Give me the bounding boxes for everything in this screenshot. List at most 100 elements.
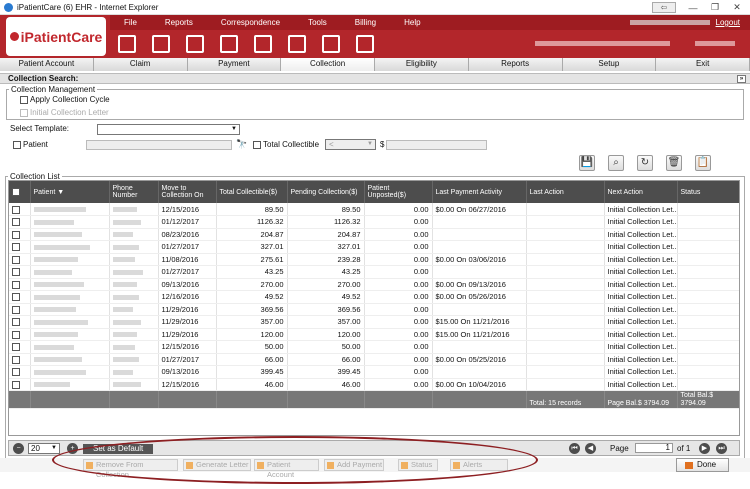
table-row[interactable]: 01/27/2017 43.25 43.25 0.00 Initial Collecti… — [9, 265, 739, 279]
clipboard-copy-icon[interactable]: 📋 — [695, 155, 711, 171]
back-icon[interactable]: ⇦ — [652, 2, 676, 13]
refresh-icon[interactable]: ↻ — [637, 155, 653, 171]
menu-tools[interactable]: Tools — [308, 18, 327, 27]
tab-setup[interactable]: Setup — [562, 58, 657, 71]
row-checkbox[interactable] — [12, 318, 20, 327]
row-checkbox[interactable] — [12, 355, 20, 364]
header-next-action[interactable]: Next Action — [604, 181, 678, 203]
operator-select[interactable]: < ▼ — [325, 139, 376, 150]
hamburger-menu-icon[interactable] — [695, 41, 735, 46]
table-row[interactable]: 12/15/2016 46.00 46.00 0.00 $0.00 On 10/04/2… — [9, 378, 739, 391]
tab-claim[interactable]: Claim — [93, 58, 188, 71]
done-button[interactable]: Done — [676, 458, 729, 472]
row-checkbox[interactable] — [12, 205, 20, 214]
chart-icon[interactable] — [356, 35, 374, 53]
tab-collection[interactable]: Collection — [281, 58, 375, 71]
row-checkbox[interactable] — [12, 305, 20, 314]
generate-letter-button[interactable]: Generate Letter — [183, 459, 251, 471]
header-status[interactable]: Status — [677, 181, 739, 203]
table-row[interactable]: 08/23/2016 204.87 204.87 0.00 Initial Collec… — [9, 228, 739, 241]
menu-reports[interactable]: Reports — [165, 18, 193, 27]
patient-input[interactable] — [86, 140, 232, 150]
table-row[interactable]: 01/27/2017 66.00 66.00 0.00 $0.00 On 05/25/2… — [9, 353, 739, 366]
patient-filter[interactable]: Patient — [13, 140, 48, 149]
status-button[interactable]: Status — [398, 459, 438, 471]
table-row[interactable]: 01/27/2017 327.01 327.01 0.00 Initial Collec… — [9, 240, 739, 254]
total-collectible-filter[interactable]: Total Collectible — [253, 140, 319, 149]
header-pending-collection[interactable]: Pending Collection($) — [287, 181, 365, 203]
tab-patient-account[interactable]: Patient Account — [0, 58, 94, 71]
first-page-icon[interactable]: ⏮ — [569, 443, 580, 454]
alerts-button[interactable]: Alerts — [450, 459, 508, 471]
header-move-to-collection[interactable]: Move to Collection On — [158, 181, 217, 203]
table-row[interactable]: 01/12/2017 1126.32 1126.32 0.00 Initial Coll… — [9, 215, 739, 229]
table-row[interactable]: 12/15/2016 89.50 89.50 0.00 $0.00 On 06/27/2… — [9, 203, 739, 216]
total-collectible-checkbox[interactable] — [253, 140, 261, 149]
header-patient-unposted[interactable]: Patient Unposted($) — [364, 181, 433, 203]
row-checkbox[interactable] — [12, 268, 20, 277]
row-checkbox[interactable] — [12, 243, 20, 252]
next-page-icon[interactable]: ▶ — [699, 443, 710, 454]
template-select[interactable]: ▼ — [97, 124, 240, 135]
prev-page-icon[interactable]: ◀ — [585, 443, 596, 454]
restore-button[interactable]: ❐ — [704, 0, 726, 15]
table-row[interactable]: 12/16/2016 49.52 49.52 0.00 $0.00 On 05/26/2… — [9, 290, 739, 304]
page-size-select[interactable]: 20 ▼ — [28, 443, 60, 454]
header-last-action[interactable]: Last Action — [526, 181, 605, 203]
menu-help[interactable]: Help — [404, 18, 420, 27]
row-checkbox[interactable] — [12, 218, 20, 227]
table-row[interactable]: 12/15/2016 50.00 50.00 0.00 Initial Collecti… — [9, 340, 739, 354]
trash-icon[interactable]: 🗑 — [666, 155, 682, 171]
header-phone[interactable]: Phone Number — [109, 181, 159, 203]
table-row[interactable]: 11/29/2016 357.00 357.00 0.00 $15.00 On 11/2… — [9, 315, 739, 329]
row-checkbox[interactable] — [12, 368, 20, 377]
tab-reports[interactable]: Reports — [468, 58, 563, 71]
last-page-icon[interactable]: ⏭ — [716, 443, 727, 454]
header-total-collectible[interactable]: Total Collectible($) — [216, 181, 288, 203]
set-default-button[interactable]: Set as Default — [83, 444, 154, 454]
patient-account-button[interactable]: Patient Account — [254, 459, 319, 479]
row-checkbox[interactable] — [12, 380, 20, 389]
menu-correspondence[interactable]: Correspondence — [221, 18, 280, 27]
minimize-button[interactable]: — — [682, 0, 704, 15]
add-payment-button[interactable]: Add Payment — [324, 459, 384, 471]
tab-exit[interactable]: Exit — [656, 58, 750, 71]
search-icon[interactable]: ⌕ — [608, 155, 624, 171]
dashboard-icon[interactable] — [152, 35, 170, 53]
select-all-checkbox[interactable] — [12, 188, 20, 196]
table-row[interactable]: 11/29/2016 120.00 120.00 0.00 $15.00 On 11/2… — [9, 328, 739, 341]
logout-link[interactable]: Logout — [716, 18, 740, 27]
remove-from-collection-button[interactable]: Remove From Collection — [83, 459, 178, 479]
row-checkbox[interactable] — [12, 293, 20, 302]
folder-icon[interactable] — [186, 35, 204, 53]
calendar-icon[interactable] — [220, 35, 238, 53]
table-row[interactable]: 09/13/2016 399.45 399.45 0.00 Initial Collec… — [9, 365, 739, 379]
row-checkbox[interactable] — [12, 343, 20, 352]
mail-icon[interactable] — [288, 35, 306, 53]
close-button[interactable]: ✕ — [726, 0, 748, 15]
binoculars-icon[interactable]: 🔭 — [236, 139, 247, 150]
select-all-header[interactable] — [9, 181, 31, 203]
collapse-icon[interactable]: » — [737, 75, 746, 83]
table-row[interactable]: 11/29/2016 369.56 369.56 0.00 Initial Collec… — [9, 303, 739, 316]
table-row[interactable]: 09/13/2016 270.00 270.00 0.00 $0.00 On 09/13… — [9, 278, 739, 291]
page-number-input[interactable]: 1 — [635, 443, 673, 453]
table-row[interactable]: 11/08/2016 275.61 239.28 0.00 $0.00 On 03/06… — [9, 253, 739, 266]
minus-icon[interactable]: − — [13, 443, 24, 454]
header-last-payment[interactable]: Last Payment Activity — [432, 181, 527, 203]
header-patient[interactable]: Patient ▼ — [30, 181, 110, 203]
row-checkbox[interactable] — [12, 330, 20, 339]
billing-icon[interactable] — [322, 35, 340, 53]
plus-icon[interactable]: + — [67, 443, 78, 454]
apply-cycle-checkbox[interactable] — [20, 95, 28, 104]
tab-eligibility[interactable]: Eligibility — [375, 58, 469, 71]
document-icon[interactable] — [254, 35, 272, 53]
clipboard-icon[interactable] — [118, 35, 136, 53]
amount-input[interactable] — [386, 140, 487, 150]
menu-file[interactable]: File — [124, 18, 137, 27]
row-checkbox[interactable] — [12, 255, 20, 264]
patient-checkbox[interactable] — [13, 140, 21, 149]
row-checkbox[interactable] — [12, 280, 20, 289]
menu-billing[interactable]: Billing — [355, 18, 376, 27]
save-icon[interactable]: 💾 — [579, 155, 595, 171]
